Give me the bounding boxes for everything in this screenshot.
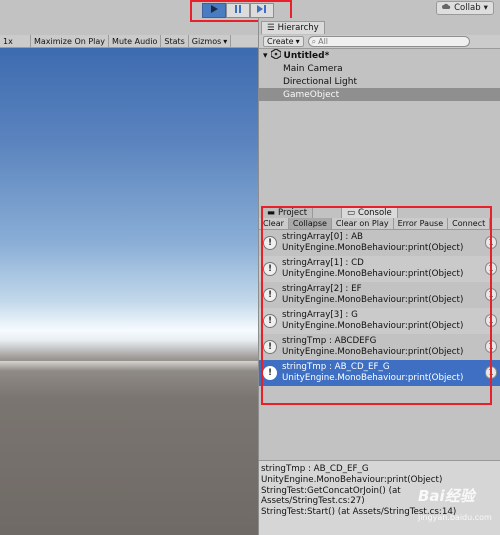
scale-label: 1x — [0, 35, 30, 47]
maximize-on-play-toggle[interactable]: Maximize On Play — [30, 35, 110, 47]
collab-dropdown[interactable]: Collab ▾ — [436, 1, 494, 15]
error-pause-toggle[interactable]: Error Pause — [394, 218, 449, 229]
log-trace: UnityEngine.MonoBehaviour:print(Object) — [282, 269, 464, 279]
chevron-down-icon: ▾ — [295, 37, 300, 46]
hierarchy-tab-label: Hierarchy — [277, 23, 319, 33]
watermark-brand: Bai经验 — [418, 487, 475, 505]
log-message: stringTmp : ABCDEFG — [282, 336, 377, 346]
watermark-url: jingyan.baidu.com — [418, 513, 492, 522]
right-panel: ☰ Hierarchy Create ▾ ⌕ All ▾ Untitled* M… — [258, 18, 500, 535]
folder-icon: ▬ — [267, 208, 276, 218]
collapse-label: Collapse — [292, 219, 327, 228]
info-icon: ! — [263, 366, 277, 380]
watermark: Bai经验 jingyan.baidu.com — [418, 485, 496, 525]
playback-controls — [202, 3, 274, 18]
log-entry-selected[interactable]: ! stringTmp : AB_CD_EF_G UnityEngine.Mono… — [259, 360, 500, 386]
log-count-badge: 1 — [485, 314, 497, 327]
chevron-down-icon: ▾ — [483, 3, 488, 13]
connect-label: Connect — [452, 219, 486, 228]
log-trace: UnityEngine.MonoBehaviour:print(Object) — [282, 295, 464, 305]
clear-on-play-toggle[interactable]: Clear on Play — [332, 218, 394, 229]
step-button[interactable] — [250, 3, 274, 18]
log-message: stringArray[1] : CD — [282, 258, 364, 268]
play-icon — [209, 4, 219, 17]
hierarchy-list: ▾ Untitled* Main Camera Directional Ligh… — [259, 48, 500, 101]
log-trace: UnityEngine.MonoBehaviour:print(Object) — [282, 347, 464, 357]
detail-line: stringTmp : AB_CD_EF_G — [261, 464, 369, 474]
log-message: stringArray[0] : AB — [282, 232, 363, 242]
log-count-badge: 1 — [485, 366, 497, 379]
hierarchy-item-label: Directional Light — [283, 76, 357, 87]
log-count-badge: 1 — [485, 262, 497, 275]
hierarchy-toolbar: Create ▾ ⌕ All — [259, 35, 500, 49]
cloud-icon — [442, 3, 451, 13]
log-trace: UnityEngine.MonoBehaviour:print(Object) — [282, 243, 464, 253]
project-tab-label: Project — [278, 208, 308, 218]
log-entry[interactable]: ! stringTmp : ABCDEFG UnityEngine.MonoBeh… — [259, 334, 500, 360]
stats-toggle[interactable]: Stats — [161, 35, 189, 47]
info-icon: ! — [263, 340, 277, 354]
info-icon: ! — [263, 288, 277, 302]
list-icon: ☰ — [267, 23, 275, 33]
log-entry[interactable]: ! stringArray[0] : AB UnityEngine.MonoBeh… — [259, 230, 500, 256]
pause-button[interactable] — [226, 3, 250, 18]
log-count-badge: 1 — [485, 288, 497, 301]
info-icon: ! — [263, 314, 277, 328]
clear-button[interactable]: Clear — [259, 218, 289, 229]
main-toolbar: Collab ▾ — [0, 0, 500, 22]
search-placeholder: All — [318, 37, 329, 46]
console-tab-label: Console — [358, 208, 392, 218]
console-toolbar: Clear Collapse Clear on Play Error Pause… — [259, 218, 500, 230]
search-icon: ⌕ — [311, 36, 317, 46]
hierarchy-item-label: GameObject — [283, 89, 340, 100]
console-icon: ▭ — [347, 208, 356, 218]
game-view-toolbar: 1x Maximize On Play Mute Audio Stats Giz… — [0, 35, 258, 48]
clear-label: Clear — [263, 219, 284, 228]
hierarchy-search-input[interactable]: ⌕ All — [307, 36, 470, 47]
info-icon: ! — [263, 262, 277, 276]
step-icon — [256, 4, 268, 17]
pause-icon — [233, 4, 243, 17]
hierarchy-item-directional-light[interactable]: Directional Light — [259, 75, 500, 88]
game-view-viewport[interactable] — [0, 48, 258, 535]
log-entry[interactable]: ! stringArray[3] : G UnityEngine.MonoBeha… — [259, 308, 500, 334]
log-message: stringArray[2] : EF — [282, 284, 362, 294]
log-entry[interactable]: ! stringArray[2] : EF UnityEngine.MonoBeh… — [259, 282, 500, 308]
scene-row[interactable]: ▾ Untitled* — [259, 48, 500, 62]
log-count-badge: 1 — [485, 340, 497, 353]
error-pause-label: Error Pause — [397, 219, 444, 228]
log-count-badge: 1 — [485, 236, 497, 249]
play-button[interactable] — [202, 3, 226, 18]
tab-hierarchy[interactable]: ☰ Hierarchy — [261, 21, 325, 34]
console-log-list: ! stringArray[0] : AB UnityEngine.MonoBeh… — [259, 230, 500, 386]
scene-name: Untitled* — [283, 50, 330, 61]
hierarchy-item-gameobject[interactable]: GameObject — [259, 88, 500, 101]
chevron-down-icon: ▾ — [223, 36, 228, 46]
log-entry[interactable]: ! stringArray[1] : CD UnityEngine.MonoBeh… — [259, 256, 500, 282]
unity-logo-icon — [269, 48, 282, 62]
create-dropdown[interactable]: Create ▾ — [263, 36, 304, 47]
mute-audio-toggle[interactable]: Mute Audio — [109, 35, 162, 47]
gizmos-dropdown[interactable]: Gizmos ▾ — [189, 35, 232, 47]
collapse-toggle[interactable]: Collapse — [288, 218, 332, 229]
maximize-on-play-label: Maximize On Play — [34, 36, 106, 46]
log-trace: UnityEngine.MonoBehaviour:print(Object) — [282, 321, 464, 331]
log-message: stringTmp : AB_CD_EF_G — [282, 362, 390, 372]
expand-arrow-icon: ▾ — [263, 50, 268, 61]
scale-value: 1x — [3, 36, 13, 46]
log-message: stringArray[3] : G — [282, 310, 358, 320]
mute-audio-label: Mute Audio — [112, 36, 158, 46]
hierarchy-item-label: Main Camera — [283, 63, 343, 74]
stats-label: Stats — [164, 36, 185, 46]
hierarchy-item-main-camera[interactable]: Main Camera — [259, 62, 500, 75]
clear-on-play-label: Clear on Play — [335, 219, 389, 228]
create-label: Create — [267, 37, 294, 46]
detail-line: UnityEngine.MonoBehaviour:print(Object) — [261, 474, 443, 485]
connect-dropdown[interactable]: Connect — [448, 218, 491, 229]
gizmos-label: Gizmos — [191, 36, 222, 46]
log-trace: UnityEngine.MonoBehaviour:print(Object) — [282, 373, 464, 383]
info-icon: ! — [263, 236, 277, 250]
collab-label: Collab — [454, 3, 481, 13]
